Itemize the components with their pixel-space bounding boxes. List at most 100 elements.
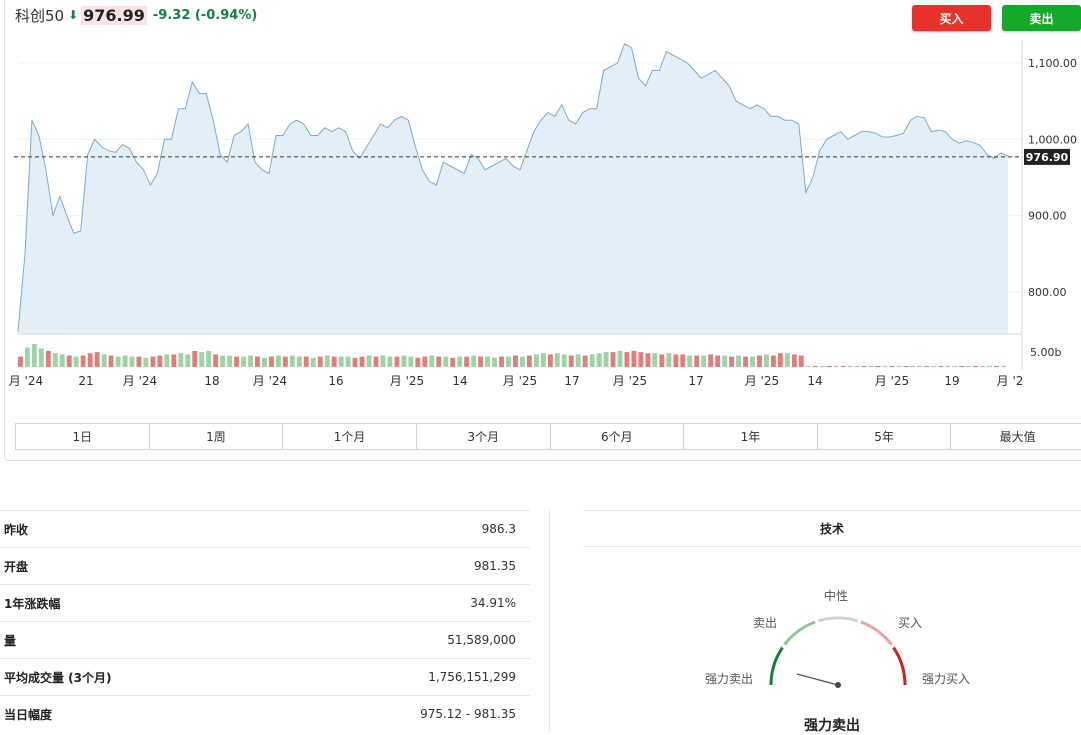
volume-bar [94,352,100,368]
gauge-label-strong-sell: 强力卖出 [705,672,754,686]
stat-row: 开盘 981.35 [0,547,530,584]
volume-bar [450,357,456,367]
volume-bar [485,356,490,367]
volume-bar [931,365,937,368]
volume-bar [896,365,902,368]
volume-bar [1001,365,1006,368]
range-button[interactable]: 3个月 [417,424,551,449]
volume-bar [980,365,985,368]
gauge-segment-strong-buy [892,646,907,686]
volume-bar [917,365,923,368]
volume-bar [457,356,463,367]
volume-bar [324,355,330,367]
volume-bar [847,365,853,368]
volume-bar [464,356,470,367]
volume-bar [715,355,721,367]
x-tick-label: 月 '24 [253,374,287,388]
range-button[interactable]: 最大值 [951,424,1081,449]
volume-bar [150,356,156,367]
x-tick-label: 17 [564,374,579,388]
technical-panel: 技术 中性 卖出 买入 强力卖出 强力买入 强力卖出 [583,510,1081,734]
volume-bar [262,357,267,367]
volume-bar [694,355,700,367]
x-tick-label: 月 '25 [745,374,779,388]
volume-bar [547,354,553,368]
volume-scale-label: 5.00b [1030,346,1061,359]
volume-bar [875,365,881,368]
volume-bar [631,350,637,367]
volume-bar [554,353,560,367]
volume-bar [25,347,30,367]
volume-bar [213,354,219,368]
volume-bar [617,350,623,367]
range-button[interactable]: 1日 [16,424,150,449]
volume-bar [499,356,504,367]
x-tick-label: 16 [328,374,343,388]
gauge-label-sell: 卖出 [753,616,778,630]
range-button[interactable]: 1年 [684,424,818,449]
volume-bar [478,356,483,367]
volume-bar [387,356,393,367]
volume-bar [87,353,93,367]
volume-bar [910,365,916,368]
volume-bar [938,365,944,368]
volume-bar [771,355,776,367]
volume-bar [415,357,421,367]
range-button[interactable]: 6个月 [551,424,685,449]
volume-bar [568,355,574,367]
volume-bar [764,354,769,368]
volume-bar [506,356,511,367]
x-tick-label: 19 [944,374,959,388]
volume-bar [429,355,435,367]
price-chart[interactable]: 1,100.00 1,000.00 900.00 800.00 976.90 5.00b 月… [0,0,1081,420]
y-tick-label: 900.00 [1028,210,1067,223]
range-button[interactable]: 1个月 [283,424,417,449]
volume-bar [791,354,797,368]
volume-bar [248,355,253,367]
volume-bar [171,354,177,368]
volume-bar [164,354,170,368]
stats-table: 昨收 986.3 开盘 981.35 1年涨跌幅 34.91% 量 51,589,000 平均成… [0,510,530,732]
volume-bar [143,357,149,367]
volume-bar [805,365,811,368]
volume-bar [401,355,407,367]
volume-bar [603,352,609,368]
volume-bar [812,365,818,368]
volume-bar [129,356,135,367]
volume-bar [227,355,233,367]
x-tick-label: 14 [452,374,467,388]
x-tick-label: 18 [204,374,219,388]
gauge-pivot [835,682,841,688]
stat-value: 51,589,000 [447,633,516,647]
volume-bar [610,352,616,368]
volume-bar [276,355,281,367]
volume-bar [680,354,686,368]
volume-bar [959,365,965,368]
range-button[interactable]: 5年 [818,424,952,449]
volume-bar [736,355,741,367]
volume-bar [31,344,37,367]
volume-bar [701,355,707,367]
volume-bar [436,356,442,367]
y-tick-label: 800.00 [1028,286,1067,299]
gauge-segment-buy [860,620,893,646]
volume-bar [373,356,379,367]
volume-bar [317,356,323,367]
volume-bar [331,356,337,367]
volume-bar [784,353,790,367]
range-button[interactable]: 1周 [150,424,284,449]
volume-bar [269,356,274,367]
volume-bar [526,355,532,367]
volume-bar [666,353,672,367]
volume-bar [185,354,191,368]
volume-bar [394,356,400,367]
stat-label: 量 [4,633,17,648]
volume-bar [889,365,895,368]
price-area [18,43,1008,335]
column-divider [549,510,550,731]
x-tick-label: 月 '25 [390,374,424,388]
volume-bar [945,365,951,368]
volume-bar [443,356,449,367]
volume-bar [533,354,539,368]
volume-bar [513,355,518,367]
